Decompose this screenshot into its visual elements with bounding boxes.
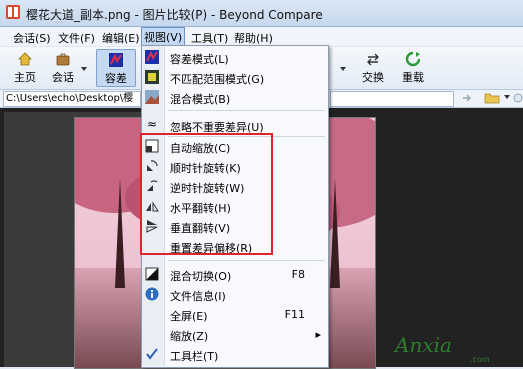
briefcase-icon [56,53,70,66]
menu-item-label: 容差模式(L) [170,53,229,66]
menu-item-mismatch-mode[interactable]: 不匹配范围模式(G) [142,68,327,87]
menu-bar: 会话(S) 文件(F) 编辑(E) 视图(V) 工具(T) 帮助(H) [0,27,523,47]
app-icon [6,5,20,19]
diff-mode-icon [145,50,159,64]
session-label: 会话 [52,71,74,84]
nav-left-icon[interactable] [513,91,523,105]
menu-item-fullscreen[interactable]: 全屏(E) F11 [142,305,327,324]
reload-button[interactable]: 重载 [396,49,430,85]
home-label: 主页 [14,71,36,84]
watermark-sub: .com [470,355,490,364]
browse-history-icon[interactable] [462,93,474,103]
blend-mode-icon [145,90,159,104]
menu-item-label: 不匹配范围模式(G) [170,73,265,86]
menu-item-blend-toggle[interactable]: 混合切换(O) F8 [142,265,327,284]
diff-label: 容差 [105,72,127,85]
reload-icon [405,51,421,67]
menu-item-blend-mode[interactable]: 混合模式(B) [142,88,327,107]
menu-item-shortcut: F11 [284,308,305,321]
home-button[interactable]: 主页 [8,49,42,85]
mismatch-mode-icon [145,70,159,84]
menu-separator [168,110,325,111]
reload-label: 重载 [402,71,424,84]
chevron-down-icon [340,67,346,71]
submenu-arrow-icon: ▸ [315,328,321,341]
menu-item-label: 混合模式(B) [170,93,231,106]
session-dropdown[interactable] [79,49,89,85]
menu-item-label: 文件信息(I) [170,290,226,303]
highlight-annotation-box [140,133,273,255]
menu-separator [168,260,325,261]
diff-button[interactable]: 容差 [96,49,136,87]
approx-icon: ≈ [147,117,158,131]
folder-icon[interactable] [484,92,500,104]
home-icon [18,52,32,66]
window-title: 樱花大道_副本.png - 图片比较(P) - Beyond Compare [26,8,323,22]
menu-file[interactable]: 文件(F) [55,29,98,47]
menu-item-label: 工具栏(T) [170,350,219,363]
menu-item-label: 混合切换(O) [170,270,232,283]
menu-item-toolbar[interactable]: 工具栏(T) [142,345,327,364]
info-icon [145,287,159,301]
watermark: Anxia [395,333,452,357]
swap-icon [367,53,379,66]
session-button[interactable]: 会话 [48,49,78,85]
toolbar-dropdown[interactable] [338,49,348,85]
menu-item-file-info[interactable]: 文件信息(I) [142,285,327,304]
swap-label: 交换 [362,71,384,84]
menu-item-diff-mode[interactable]: 容差模式(L) [142,48,327,67]
menu-item-label: 全屏(E) [170,310,208,323]
chevron-down-icon[interactable] [503,93,511,101]
chevron-down-icon [81,67,87,71]
left-path-field[interactable]: C:\Users\echo\Desktop\樱 [3,91,141,107]
swap-button[interactable]: 交换 [356,49,390,85]
menu-session[interactable]: 会话(S) [10,29,54,47]
menu-item-shortcut: F8 [291,268,305,281]
menu-edit[interactable]: 编辑(E) [99,29,143,47]
diff-mode-icon [109,53,123,67]
menu-view[interactable]: 视图(V) [141,27,186,47]
menu-item-label: 缩放(Z) [170,330,209,343]
menu-item-zoom[interactable]: 缩放(Z) ▸ [142,325,327,344]
right-path-field[interactable] [330,91,454,107]
blend-toggle-icon [145,267,159,281]
checkmark-icon [146,348,158,360]
